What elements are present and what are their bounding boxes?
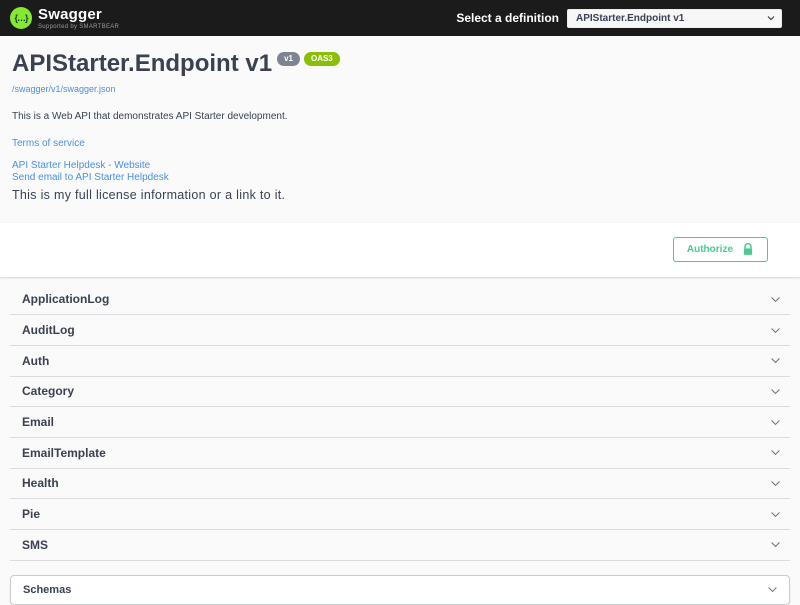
chevron-down-icon[interactable]: [769, 538, 782, 551]
tag-label: EmailTemplate: [22, 445, 106, 460]
tag-label: Email: [22, 415, 55, 430]
version-badge: v1: [277, 52, 300, 66]
tag-row-email[interactable]: Email: [10, 407, 790, 438]
chevron-down-icon[interactable]: [769, 293, 782, 306]
swagger-logo-icon: {…}: [10, 7, 32, 29]
chevron-down-icon[interactable]: [769, 324, 782, 337]
chevron-down-icon[interactable]: [769, 477, 782, 490]
tag-row-pie[interactable]: Pie: [10, 499, 790, 530]
page-title: APIStarter.Endpoint v1 v1 OAS3: [12, 50, 788, 78]
chevron-down-icon[interactable]: [769, 354, 782, 367]
tag-row-applicationlog[interactable]: ApplicationLog: [10, 285, 790, 316]
chevron-down-icon[interactable]: [769, 446, 782, 459]
tag-row-category[interactable]: Category: [10, 377, 790, 408]
authorize-button-label: Authorize: [686, 244, 733, 255]
tag-row-emailtemplate[interactable]: EmailTemplate: [10, 438, 790, 469]
authorize-button[interactable]: Authorize: [672, 237, 768, 262]
spec-json-link[interactable]: /swagger/v1/swagger.json: [12, 84, 116, 94]
tag-label: ApplicationLog: [22, 292, 110, 307]
oas3-badge: OAS3: [303, 52, 340, 66]
api-title-text: APIStarter.Endpoint v1: [12, 50, 273, 77]
tag-label: Health: [22, 476, 59, 491]
terms-of-service-link[interactable]: Terms of service: [12, 138, 788, 151]
chevron-down-icon[interactable]: [766, 583, 779, 596]
operations-list: ApplicationLog AuditLog Auth Category Em…: [10, 285, 790, 561]
brand-name: Swagger: [38, 5, 102, 23]
definition-select[interactable]: APIStarter.Endpoint v1: [567, 9, 782, 28]
tag-label: SMS: [22, 537, 49, 552]
chevron-down-icon[interactable]: [769, 385, 782, 398]
scheme-container: Authorize: [0, 222, 800, 277]
tag-label: Auth: [22, 353, 50, 368]
lock-icon: [742, 243, 754, 256]
tag-label: AuditLog: [22, 323, 75, 338]
topbar: {…} Swagger Supported by SMARTBEAR Selec…: [0, 0, 800, 36]
tag-row-auditlog[interactable]: AuditLog: [10, 315, 790, 346]
tag-label: Pie: [22, 507, 41, 522]
schemas-section[interactable]: Schemas: [10, 574, 790, 605]
tag-label: Category: [22, 384, 75, 399]
definition-picker: Select a definition APIStarter.Endpoint …: [456, 8, 782, 28]
chevron-down-icon[interactable]: [769, 416, 782, 429]
api-description: This is a Web API that demonstrates API …: [12, 111, 288, 122]
chevron-down-icon[interactable]: [769, 508, 782, 521]
helpdesk-website-link[interactable]: API Starter Helpdesk - Website: [12, 160, 788, 173]
select-definition-label: Select a definition: [456, 11, 559, 25]
helpdesk-email-link[interactable]: Send email to API Starter Helpdesk: [12, 172, 788, 185]
tag-row-auth[interactable]: Auth: [10, 346, 790, 377]
api-info-section: APIStarter.Endpoint v1 v1 OAS3 /swagger/…: [0, 36, 800, 202]
tag-row-sms[interactable]: SMS: [10, 530, 790, 561]
brand-subtitle: Supported by SMARTBEAR: [38, 23, 120, 30]
tag-row-health[interactable]: Health: [10, 469, 790, 500]
swagger-logo[interactable]: {…} Swagger Supported by SMARTBEAR: [10, 7, 119, 30]
license-info: This is my full license information or a…: [12, 187, 286, 202]
